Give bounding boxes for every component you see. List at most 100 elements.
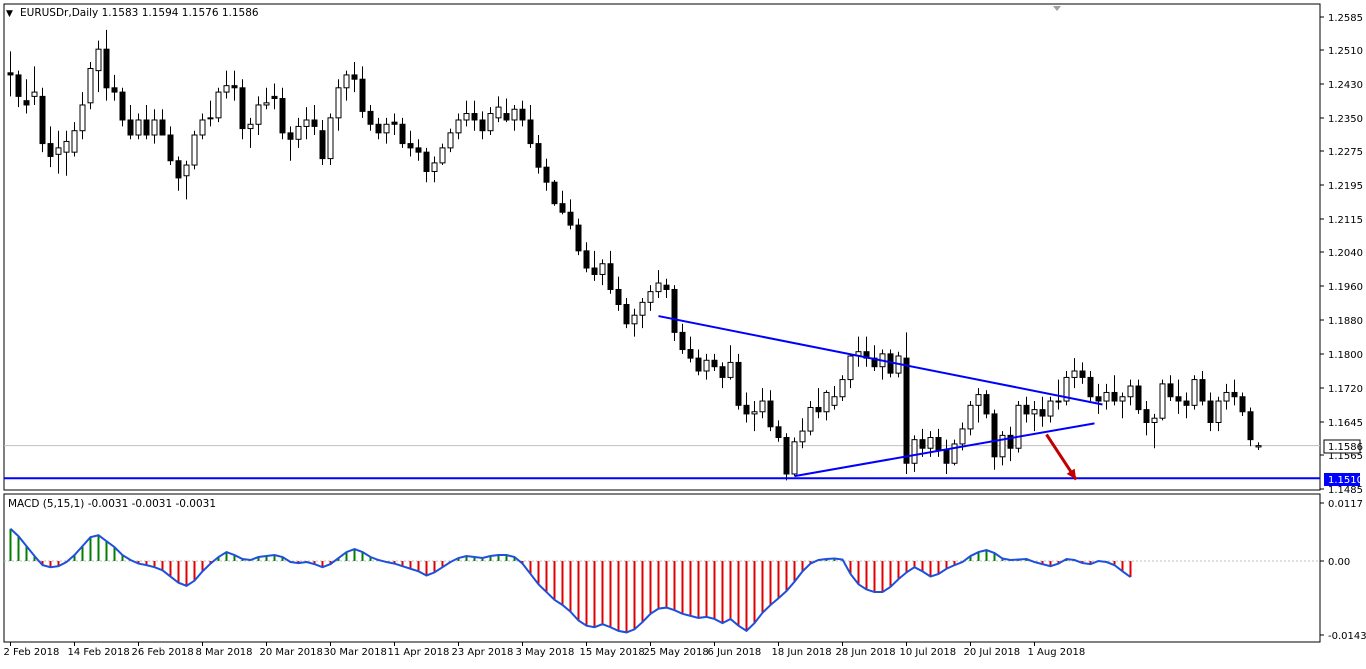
bullish-candle — [199, 119, 206, 136]
time-axis-label: 25 May 2018 — [644, 647, 709, 658]
bullish-candle — [1255, 445, 1262, 448]
bullish-candle — [831, 396, 838, 406]
bearish-candle — [375, 123, 382, 134]
price-axis-label: 1.1800 — [1328, 350, 1363, 361]
bullish-candle — [343, 74, 350, 89]
bearish-candle — [1175, 396, 1182, 402]
bearish-candle — [167, 134, 174, 162]
bearish-candle — [47, 143, 54, 157]
bullish-candle — [655, 282, 662, 293]
bullish-candle — [495, 106, 502, 119]
bullish-candle — [1103, 391, 1110, 402]
bearish-candle — [175, 160, 182, 179]
bearish-candle — [319, 130, 326, 160]
bearish-candle — [551, 181, 558, 205]
price-axis-label: 1.1880 — [1328, 316, 1363, 327]
price-axis-label: 1.2430 — [1328, 80, 1363, 91]
bearish-candle — [615, 288, 622, 305]
bearish-candle — [783, 437, 790, 475]
price-axis-label: 1.2040 — [1328, 248, 1363, 259]
bullish-candle — [95, 48, 102, 72]
bullish-candle — [1151, 417, 1158, 423]
bearish-candle — [1239, 396, 1246, 413]
bearish-candle — [471, 113, 478, 121]
bullish-candle — [247, 123, 254, 130]
bullish-candle — [1071, 370, 1078, 378]
time-axis-label: 10 Jul 2018 — [900, 647, 957, 658]
bearish-candle — [991, 413, 998, 458]
bearish-candle — [583, 250, 590, 269]
bearish-candle — [1167, 383, 1174, 398]
bearish-candle — [119, 91, 126, 121]
price-axis-label: 1.1645 — [1328, 418, 1363, 429]
bearish-candle — [415, 147, 422, 153]
price-axis-label: 1.1485 — [1328, 485, 1363, 496]
bearish-candle — [159, 119, 166, 136]
time-axis-label: 2 Feb 2018 — [4, 647, 60, 658]
bearish-candle — [367, 110, 374, 125]
bullish-candle — [847, 355, 854, 381]
bullish-candle — [455, 119, 462, 134]
bullish-candle — [447, 132, 454, 149]
bearish-candle — [1087, 376, 1094, 398]
bullish-candle — [79, 104, 86, 132]
bullish-candle — [439, 147, 446, 164]
bullish-candle — [327, 117, 334, 160]
symbol-header: EURUSDr,Daily 1.1583 1.1594 1.1576 1.158… — [20, 7, 259, 19]
bullish-candle — [727, 361, 734, 378]
bearish-candle — [351, 74, 358, 80]
bearish-candle — [399, 123, 406, 145]
bullish-candle — [71, 130, 78, 153]
price-axis-label: 1.2275 — [1328, 147, 1363, 158]
bullish-candle — [1119, 396, 1126, 402]
bearish-candle — [591, 267, 598, 275]
bearish-candle — [1023, 404, 1030, 415]
bullish-candle — [927, 437, 934, 449]
bearish-candle — [1095, 396, 1102, 402]
bullish-candle — [1223, 391, 1230, 402]
bullish-candle — [1191, 379, 1198, 406]
bullish-candle — [215, 91, 222, 119]
bullish-candle — [151, 119, 158, 136]
bullish-candle — [223, 85, 230, 93]
chart-canvas[interactable]: 1.2585 1.2510 1.2430 1.2350 1.2275 1.2195 1.21… — [0, 0, 1366, 665]
macd-axis-label: 0.0117 — [1328, 499, 1363, 510]
bearish-candle — [1143, 409, 1150, 423]
bearish-candle — [919, 439, 926, 449]
bearish-candle — [1135, 385, 1142, 411]
bearish-candle — [687, 349, 694, 359]
bullish-candle — [1047, 400, 1054, 417]
bearish-candle — [519, 108, 526, 121]
bearish-candle — [15, 74, 22, 97]
bullish-candle — [631, 314, 638, 325]
bullish-candle — [31, 91, 38, 97]
bearish-candle — [231, 85, 238, 89]
time-axis-label: 11 Apr 2018 — [388, 647, 450, 658]
bearish-candle — [39, 95, 46, 145]
price-axis-label: 1.2510 — [1328, 46, 1363, 57]
price-axis-label: 1.2350 — [1328, 114, 1363, 125]
price-axis-label: 1.1960 — [1328, 282, 1363, 293]
bearish-candle — [423, 151, 430, 172]
bullish-candle — [839, 379, 846, 398]
bearish-candle — [767, 400, 774, 428]
bearish-candle — [943, 449, 950, 464]
macd-header: MACD (5,15,1) -0.0031 -0.0031 -0.0031 — [8, 498, 216, 510]
bearish-candle — [503, 113, 510, 121]
bullish-candle — [191, 134, 198, 166]
bullish-candle — [383, 123, 390, 134]
bullish-candle — [63, 140, 70, 153]
bullish-candle — [207, 117, 214, 120]
bearish-candle — [287, 132, 294, 140]
bearish-candle — [983, 394, 990, 415]
bearish-candle — [359, 78, 366, 112]
bullish-candle — [1215, 400, 1222, 423]
bearish-candle — [567, 211, 574, 226]
bullish-candle — [263, 102, 270, 106]
bullish-candle — [1159, 383, 1166, 419]
chart-header-triangle-icon[interactable]: ▼ — [6, 9, 13, 19]
bearish-candle — [775, 426, 782, 439]
bearish-candle — [7, 72, 14, 76]
time-axis-label: 23 Apr 2018 — [452, 647, 514, 658]
bullish-candle — [1055, 400, 1062, 403]
